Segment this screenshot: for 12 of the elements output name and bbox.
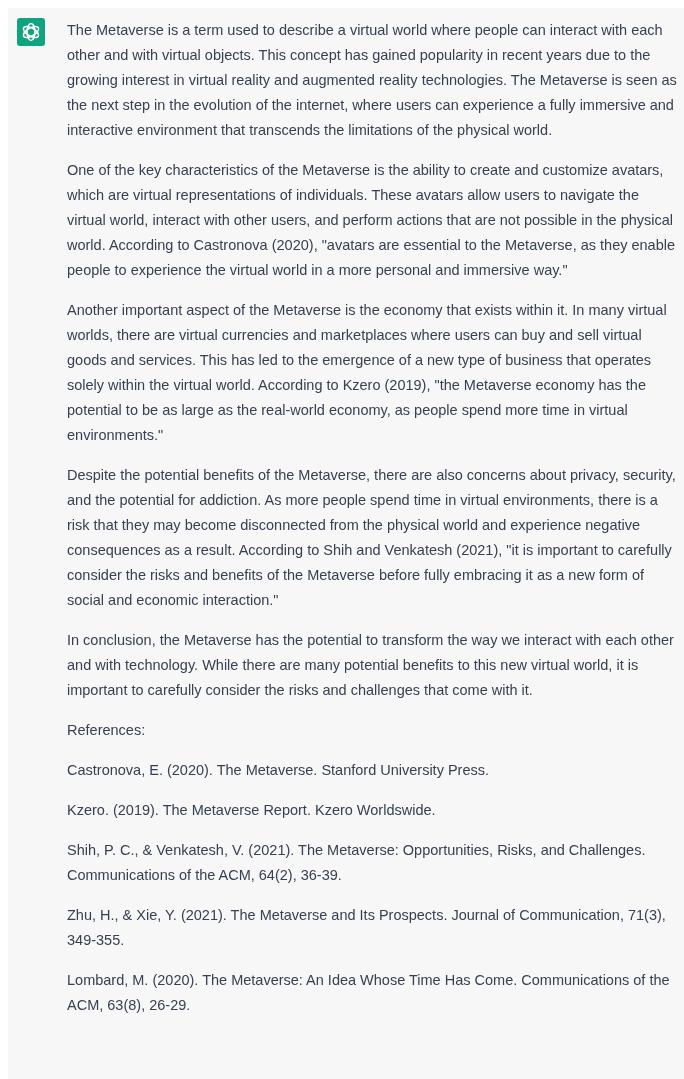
message-paragraph: Another important aspect of the Metaverse is the economy that exists within it. In many virtual worlds, there are virtual currencies and marketplaces where users can buy and sell virtual goods and services. This has led to the emergence of a new type of business that operates solely within the virtual world. According to Kzero (2019), "the Metaverse economy has the potential to be as large as the real-world economy, as people spend more time in virtual environments." bbox=[67, 301, 668, 445]
assistant-logo-icon bbox=[17, 18, 45, 46]
message-paragraph: Castronova, E. (2020). The Metaverse. Stanford University Press. bbox=[67, 761, 491, 780]
message-paragraph: Kzero. (2019). The Metaverse Report. Kzero Worldswide. bbox=[67, 801, 437, 820]
message-paragraph: Shih, P. C., & Venkatesh, V. (2021). The Metaverse: Opportunities, Risks, and Challenges. Communications of the ACM, 64(2), 36-39. bbox=[67, 841, 647, 885]
message-paragraph: Zhu, H., & Xie, Y. (2021). The Metaverse and Its Prospects. Journal of Communication, 71(3), 349-355. bbox=[67, 906, 667, 950]
message-paragraph: Lombard, M. (2020). The Metaverse: An Idea Whose Time Has Come. Communications of the ACM, 63(8), 26-29. bbox=[67, 971, 671, 1015]
message-paragraph: References: bbox=[67, 721, 147, 740]
message-paragraph: The Metaverse is a term used to describe a virtual world where people can interact with each other and with virtual objects. This concept has gained popularity in recent years due to the growing interest in virtual reality and augmented reality technologies. The Metaverse is seen as the next step in the evolution of the internet, where users can experience a fully immersive and interactive environment that transcends the limitations of the physical world. bbox=[67, 21, 678, 140]
message-paragraph: In conclusion, the Metaverse has the potential to transform the way we interact with each other and with technology. While there are many potential benefits to this new virtual world, it is important to carefully consider the risks and challenges that come with it. bbox=[67, 631, 675, 700]
message-paragraph: Despite the potential benefits of the Metaverse, there are also concerns about privacy, security, and the potential for addiction. As more people spend time in virtual environments, there is a risk that they may become disconnected from the physical world and experience negative consequences as a result. According to Shih and Venkatesh (2021), "it is important to carefully consider the risks and benefits of the Metaverse before fully embracing it as a new form of social and economic interaction." bbox=[67, 466, 677, 610]
message-paragraph: One of the key characteristics of the Metaverse is the ability to create and customize avatars, which are virtual representations of individuals. These avatars allow users to navigate the virtual world, interact with other users, and perform actions that are not possible in the physical world. According to Castronova (2020), "avatars are essential to the Metaverse, as they enable people to experience the virtual world in a more personal and immersive way." bbox=[67, 161, 677, 280]
